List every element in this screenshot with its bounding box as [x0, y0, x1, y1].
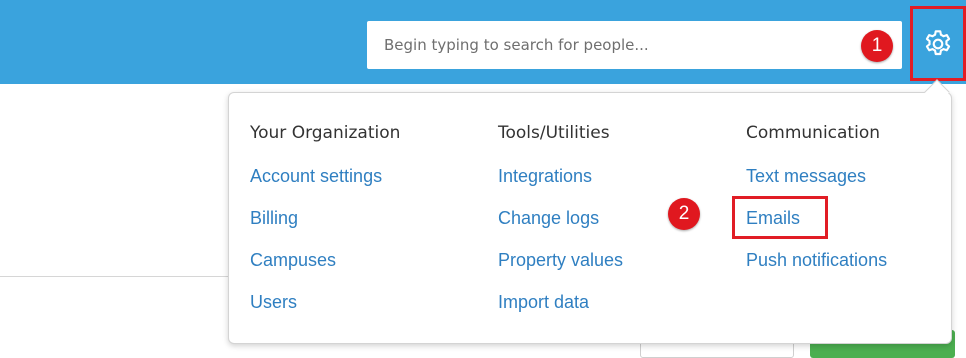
menu-link-property-values[interactable]: Property values [498, 250, 623, 271]
people-search-box[interactable] [367, 21, 902, 69]
column-heading-communication: Communication [746, 123, 880, 143]
menu-link-push-notifications[interactable]: Push notifications [746, 250, 887, 271]
column-heading-your-organization: Your Organization [250, 123, 401, 143]
menu-column-communication: Communication Text messages Emails Push … [746, 122, 887, 292]
menu-link-text-messages[interactable]: Text messages [746, 166, 887, 187]
gear-icon [925, 29, 951, 55]
column-heading-tools-utilities: Tools/Utilities [498, 123, 610, 143]
menu-link-billing[interactable]: Billing [250, 208, 400, 229]
menu-link-campuses[interactable]: Campuses [250, 250, 400, 271]
settings-gear-button[interactable] [910, 6, 966, 81]
menu-link-emails[interactable]: Emails [746, 208, 887, 229]
menu-link-change-logs[interactable]: Change logs [498, 208, 623, 229]
menu-link-import-data[interactable]: Import data [498, 292, 623, 313]
menu-column-tools-utilities: Tools/Utilities Integrations Change logs… [498, 122, 623, 334]
menu-link-integrations[interactable]: Integrations [498, 166, 623, 187]
menu-link-account-settings[interactable]: Account settings [250, 166, 400, 187]
page-divider [0, 276, 230, 277]
people-search-input[interactable] [367, 21, 902, 69]
menu-link-users[interactable]: Users [250, 292, 400, 313]
top-navigation-bar [0, 0, 966, 84]
step-1-badge: 1 [861, 30, 893, 62]
step-2-badge: 2 [668, 198, 700, 230]
menu-column-your-organization: Your Organization Account settings Billi… [250, 122, 400, 334]
